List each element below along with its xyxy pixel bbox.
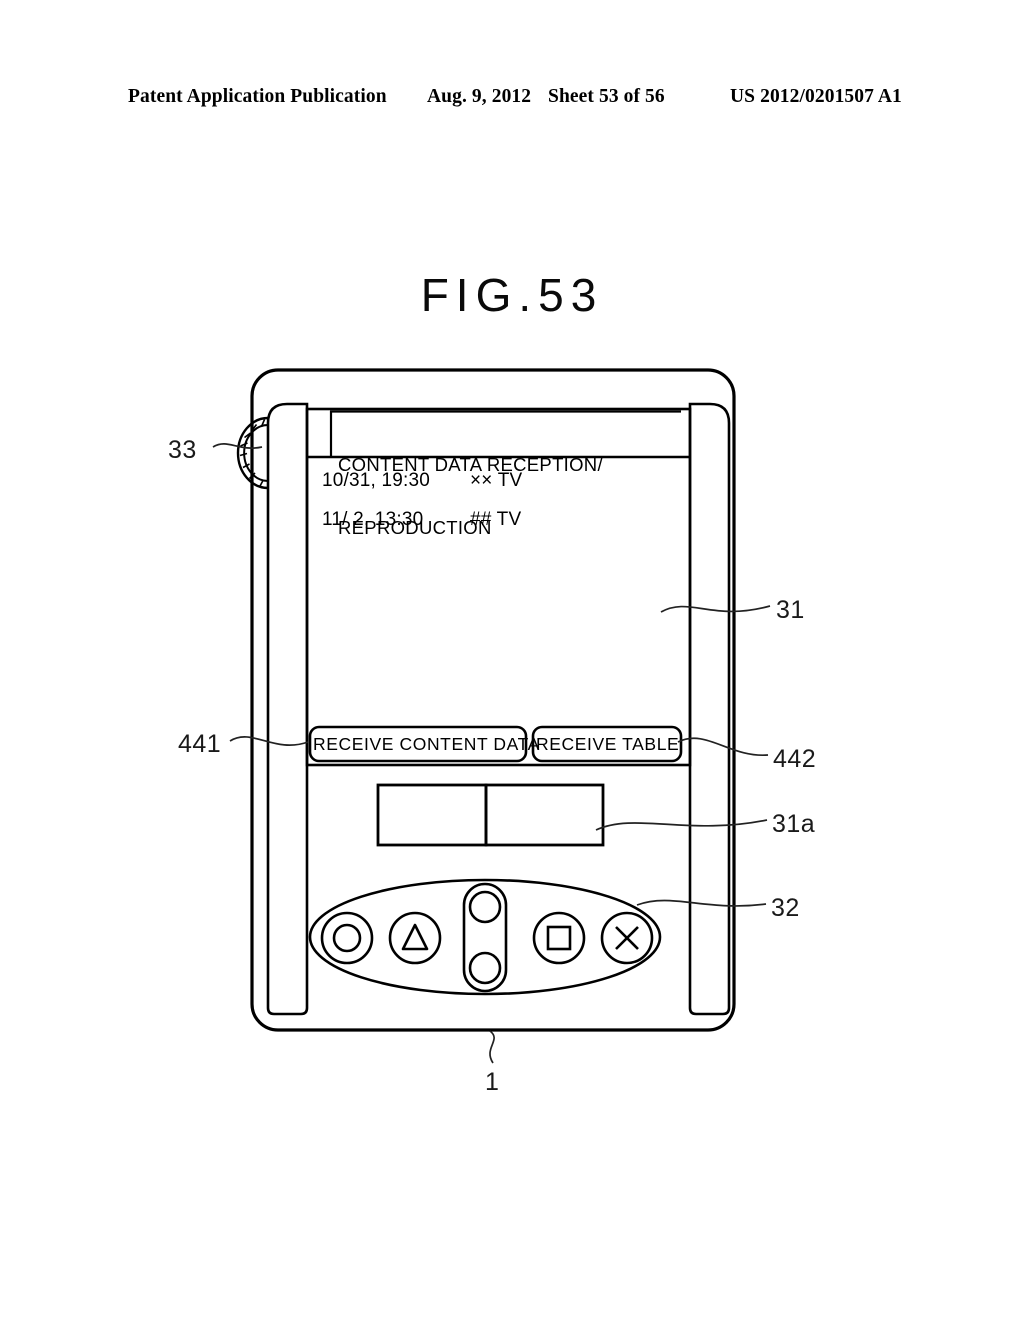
circle-button[interactable] xyxy=(320,911,374,965)
receive-table-button-label: RECEIVE TABLE xyxy=(536,734,680,754)
list-item[interactable]: 10/31, 19:30 ×× TV xyxy=(322,470,652,494)
leader-442 xyxy=(677,737,769,756)
reference-numeral-31: 31 xyxy=(776,596,805,624)
sub-display-left-cell xyxy=(376,783,488,847)
reference-numeral-441: 441 xyxy=(178,730,222,758)
reference-numeral-442: 442 xyxy=(773,745,817,773)
list-item-time: 10/31, 19:30 xyxy=(322,470,431,491)
figure-drawing xyxy=(212,368,771,1064)
leader-1 xyxy=(489,1030,495,1064)
cross-button[interactable] xyxy=(600,911,654,965)
reference-numeral-1: 1 xyxy=(485,1068,500,1096)
dpad-up-button xyxy=(468,890,502,924)
square-button[interactable] xyxy=(532,911,586,965)
leader-31 xyxy=(660,605,771,613)
reference-numeral-32: 32 xyxy=(771,894,800,922)
triangle-button[interactable] xyxy=(388,911,442,965)
sub-display-right-cell xyxy=(484,783,605,847)
leader-31a xyxy=(595,819,768,831)
leader-32 xyxy=(636,899,767,907)
right-bezel-strip xyxy=(688,402,731,1016)
reference-numeral-31a: 31a xyxy=(772,810,816,838)
list-item[interactable]: 11/ 2, 13:30 ## TV xyxy=(322,509,652,533)
list-item-channel: ## TV xyxy=(470,509,522,530)
list-item-channel: ×× TV xyxy=(470,470,523,491)
receive-content-data-button-label: RECEIVE CONTENT DATA xyxy=(313,734,540,754)
dpad-down-button xyxy=(468,951,502,985)
reference-numeral-33: 33 xyxy=(168,436,197,464)
left-bezel-strip xyxy=(266,402,309,1016)
control-pad-outline xyxy=(308,878,662,996)
dpad-button[interactable] xyxy=(462,882,508,993)
list-item-time: 11/ 2, 13:30 xyxy=(322,509,424,530)
